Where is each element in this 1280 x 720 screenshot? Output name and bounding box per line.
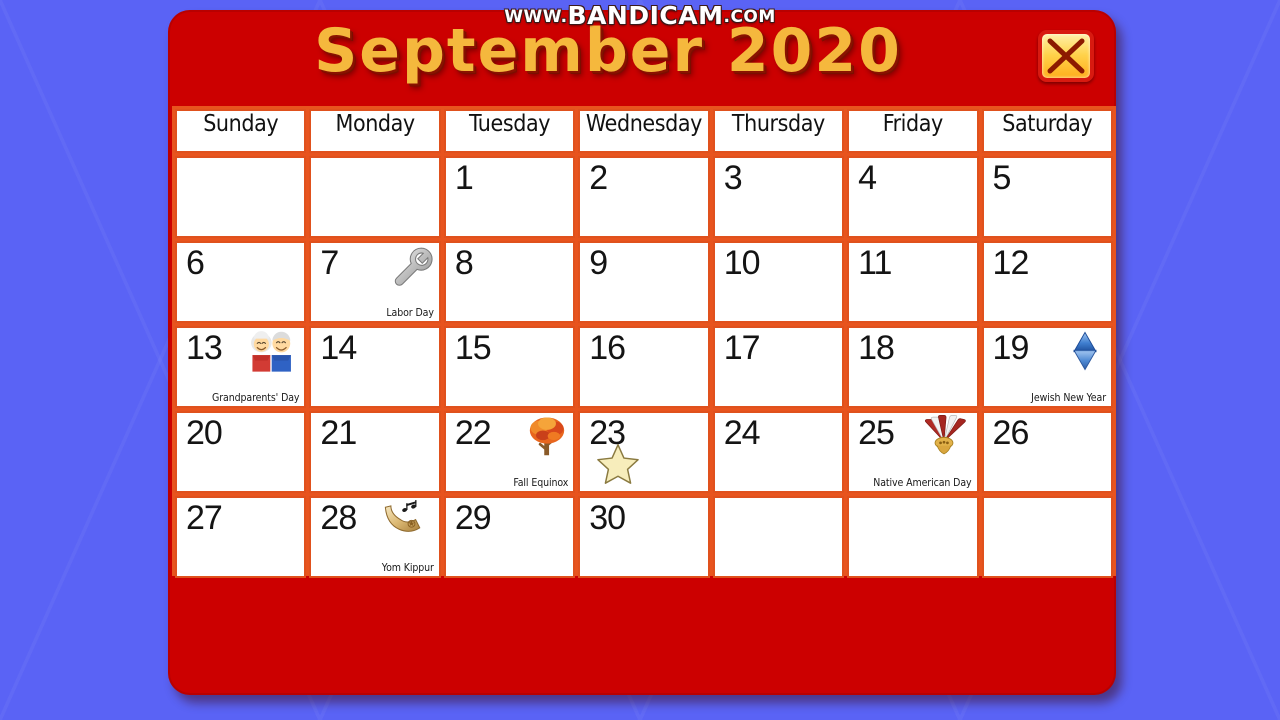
holiday-label: Grandparents' Day (212, 392, 300, 404)
calendar-cell-day-13[interactable]: 13 Grandparents' Day (175, 326, 307, 408)
calendar-cell-day-19[interactable]: 19 Jewish New Year (981, 326, 1113, 408)
autumn-tree-icon (525, 414, 569, 458)
day-number: 15 (454, 329, 492, 367)
close-button[interactable] (1038, 30, 1094, 82)
day-number: 13 (186, 329, 223, 367)
weekday-header-sunday: Sunday (175, 109, 307, 153)
calendar-cell-day-9[interactable]: 9 (578, 241, 710, 323)
weekday-header-friday: Friday (847, 109, 979, 153)
day-number: 23 (589, 414, 626, 452)
calendar-window: September 2020 Sunday Monday Tuesday Wed… (168, 10, 1116, 695)
calendar-week-row: 13 Grandparents' Day 14 15 16 17 18 19 Jewish … (175, 326, 1113, 408)
calendar-cell-empty (981, 496, 1113, 578)
calendar-cell-day-6[interactable]: 6 (175, 241, 307, 323)
elderly-couple-icon (242, 329, 300, 373)
calendar-cell-day-8[interactable]: 8 (443, 241, 576, 323)
calendar-cell-day-27[interactable]: 27 (175, 496, 307, 578)
day-number: 18 (858, 329, 895, 367)
screen: WWW.BANDICAM.COM September 2020 Sunday M… (0, 0, 1280, 720)
calendar-body: 1234567 Labor Day 8 9 10 11 12 13 Grandparents… (175, 156, 1113, 578)
calendar-cell-day-5[interactable]: 5 (981, 156, 1113, 238)
calendar-week-row: 20 21 22 Fall Equinox 23 24 25 Native Americ… (175, 411, 1113, 493)
day-number: 14 (320, 329, 357, 367)
calendar-cell-day-20[interactable]: 20 (175, 411, 307, 493)
holiday-label: Fall Equinox (513, 477, 569, 489)
calendar-cell-day-30[interactable]: 30 (578, 496, 710, 578)
calendar-cell-day-7[interactable]: 7 Labor Day (309, 241, 441, 323)
day-number: 20 (186, 414, 223, 452)
weekday-header-thursday: Thursday (712, 109, 845, 153)
calendar-cell-day-17[interactable]: 17 (712, 326, 845, 408)
calendar-cell-day-2[interactable]: 2 (578, 156, 710, 238)
day-number: 27 (186, 499, 223, 537)
day-number: 11 (858, 244, 892, 282)
day-number: 21 (320, 414, 357, 452)
calendar-cell-empty (309, 156, 441, 238)
day-number: 26 (992, 414, 1030, 452)
calendar-cell-day-29[interactable]: 29 (443, 496, 576, 578)
day-number: 16 (589, 329, 626, 367)
weekday-header-monday: Monday (309, 109, 441, 153)
weekday-header-saturday: Saturday (981, 109, 1113, 153)
holiday-label: Yom Kippur (381, 562, 434, 574)
day-number: 8 (454, 244, 474, 282)
calendar-cell-day-10[interactable]: 10 (712, 241, 845, 323)
headdress-icon (915, 414, 973, 458)
day-number: 2 (589, 159, 608, 197)
weekday-header-wednesday: Wednesday (578, 109, 710, 153)
day-number: 9 (589, 244, 608, 282)
calendar-cell-day-3[interactable]: 3 (712, 156, 845, 238)
calendar-cell-day-12[interactable]: 12 (981, 241, 1113, 323)
day-number: 3 (723, 159, 743, 197)
holiday-label: Native American Day (873, 477, 972, 489)
day-number: 24 (723, 414, 761, 452)
calendar-cell-day-25[interactable]: 25 Native American Day (847, 411, 979, 493)
calendar-cell-empty (712, 496, 845, 578)
calendar-cell-day-18[interactable]: 18 (847, 326, 979, 408)
calendar-cell-day-4[interactable]: 4 (847, 156, 979, 238)
page-title: September 2020 (314, 16, 902, 86)
holiday-label: Labor Day (386, 307, 434, 319)
calendar-cell-day-24[interactable]: 24 (712, 411, 845, 493)
wrench-icon (391, 244, 435, 288)
calendar-cell-day-28[interactable]: 28 Yom Kippur (309, 496, 441, 578)
calendar-cell-day-11[interactable]: 11 (847, 241, 979, 323)
title-bar: September 2020 (168, 10, 1116, 104)
day-number: 28 (320, 499, 357, 537)
day-number: 22 (454, 414, 492, 452)
star-of-david-icon (1063, 329, 1107, 373)
calendar-week-row: 1 2 3 4 5 (175, 156, 1113, 238)
day-number: 29 (454, 499, 492, 537)
calendar-table: Sunday Monday Tuesday Wednesday Thursday… (172, 106, 1116, 581)
calendar-cell-day-26[interactable]: 26 (981, 411, 1113, 493)
holiday-label: Jewish New Year (1031, 392, 1106, 404)
day-number: 10 (723, 244, 761, 282)
weekday-header-tuesday: Tuesday (443, 109, 576, 153)
close-x-icon (1047, 38, 1085, 74)
calendar-grid-container: Sunday Monday Tuesday Wednesday Thursday… (172, 106, 1116, 578)
day-number: 25 (858, 414, 895, 452)
calendar-cell-day-16[interactable]: 16 (578, 326, 710, 408)
day-number: 30 (589, 499, 626, 537)
calendar-cell-day-21[interactable]: 21 (309, 411, 441, 493)
shofar-icon (377, 499, 435, 543)
day-number: 7 (320, 244, 339, 282)
calendar-cell-day-15[interactable]: 15 (443, 326, 576, 408)
day-number: 12 (992, 244, 1030, 282)
day-number: 19 (992, 329, 1030, 367)
day-number: 4 (858, 159, 877, 197)
calendar-cell-empty (175, 156, 307, 238)
calendar-cell-day-1[interactable]: 1 (443, 156, 576, 238)
day-number: 17 (723, 329, 761, 367)
calendar-cell-day-14[interactable]: 14 (309, 326, 441, 408)
calendar-cell-empty (847, 496, 979, 578)
calendar-week-row: 6 7 Labor Day 8 9 10 11 12 (175, 241, 1113, 323)
day-number: 1 (454, 159, 474, 197)
calendar-cell-day-22[interactable]: 22 Fall Equinox (443, 411, 576, 493)
day-number: 5 (992, 159, 1012, 197)
weekday-header-row: Sunday Monday Tuesday Wednesday Thursday… (175, 109, 1113, 153)
day-number: 6 (186, 244, 205, 282)
calendar-cell-day-23[interactable]: 23 (578, 411, 710, 493)
calendar-week-row: 27 28 Yom Kippur 29 30 (175, 496, 1113, 578)
